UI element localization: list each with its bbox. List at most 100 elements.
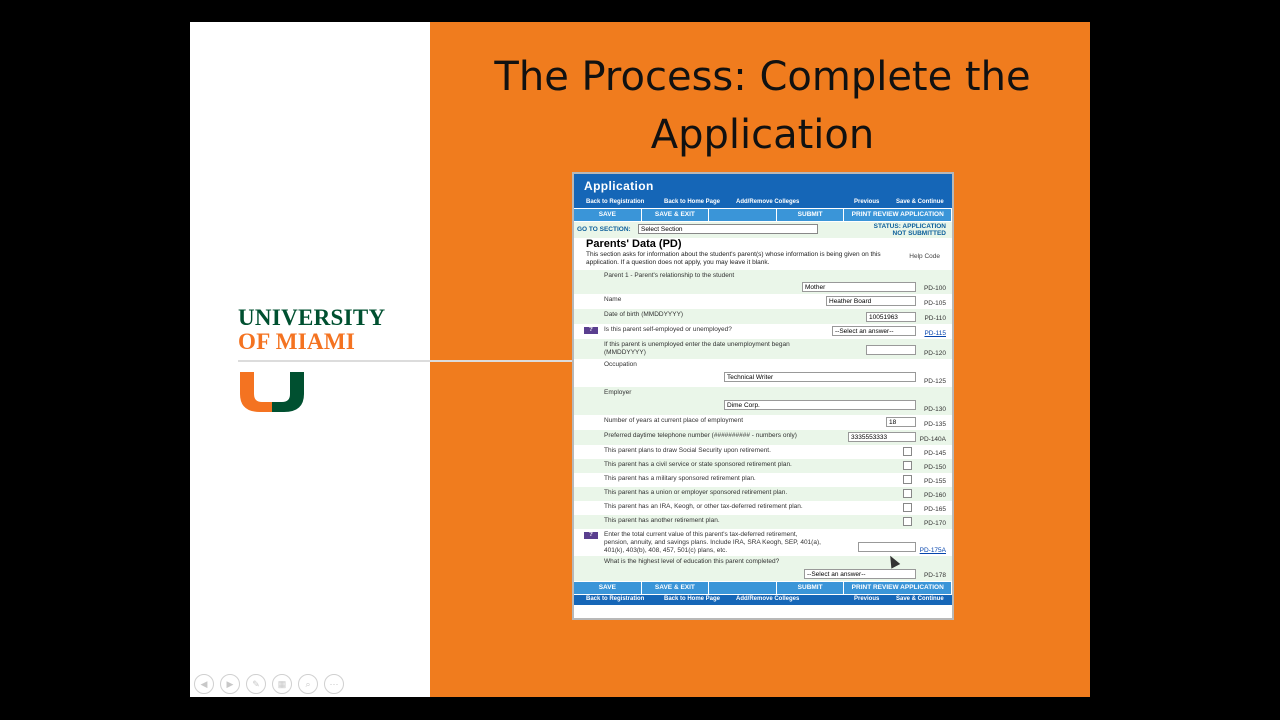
section-bar: GO TO SECTION: Select Section STATUS: AP… <box>574 222 952 238</box>
form-row: If this parent is unemployed enter the d… <box>574 339 952 359</box>
goto-label: GO TO SECTION: <box>577 226 631 233</box>
save-exit-button-bottom[interactable]: SAVE & EXIT <box>642 582 710 594</box>
help-code-header: Help Code <box>909 253 940 260</box>
retirement-value-input[interactable] <box>858 542 916 552</box>
form-row: ? Is this parent self-employed or unempl… <box>574 324 952 339</box>
print-review-button-bottom[interactable]: PRINT REVIEW APPLICATION <box>844 582 953 594</box>
form-row: Occupation Technical Writer PD-125 <box>574 359 952 387</box>
slides-grid-icon[interactable]: ▦ <box>272 674 292 694</box>
save-exit-button[interactable]: SAVE & EXIT <box>642 209 710 221</box>
form-row: This parent has a union or employer spon… <box>574 487 952 501</box>
form-row: This parent has a civil service or state… <box>574 459 952 473</box>
military-plan-checkbox[interactable] <box>903 475 912 484</box>
zoom-icon[interactable]: ⌕ <box>298 674 318 694</box>
occupation-input[interactable]: Technical Writer <box>724 372 916 382</box>
field-label: Number of years at current place of empl… <box>604 417 744 424</box>
u-logo-icon <box>240 372 304 412</box>
form-row: Name Heather Board PD-105 <box>574 294 952 309</box>
help-code: PD-140A <box>919 436 946 443</box>
top-links: Back to Registration Back to Home Page A… <box>574 198 952 208</box>
help-code: PD-178 <box>923 572 946 579</box>
link-add-remove-colleges[interactable]: Add/Remove Colleges <box>736 199 799 205</box>
slide-title: The Process: Complete the Application <box>494 54 1031 158</box>
field-label: Preferred daytime telephone number (####… <box>604 432 797 439</box>
divider-line <box>238 360 572 362</box>
more-options-icon[interactable]: ⋯ <box>324 674 344 694</box>
field-label: This parent has a union or employer spon… <box>604 489 788 496</box>
help-code-link[interactable]: PD-115 <box>924 330 946 337</box>
help-code: PD-150 <box>923 464 946 471</box>
unemployment-date-input[interactable] <box>866 345 916 355</box>
phone-input[interactable]: 3335553333 <box>848 432 916 442</box>
link-back-registration[interactable]: Back to Registration <box>586 199 644 205</box>
field-label: Name <box>604 296 622 303</box>
name-input[interactable]: Heather Board <box>826 296 916 306</box>
self-employed-select[interactable]: --Select an answer-- <box>832 326 916 336</box>
submit-button[interactable]: SUBMIT <box>777 209 845 221</box>
union-plan-checkbox[interactable] <box>903 489 912 498</box>
next-slide-icon[interactable]: ▶ <box>220 674 240 694</box>
help-code: PD-160 <box>923 492 946 499</box>
help-question-icon[interactable]: ? <box>584 532 598 539</box>
form-row: ? Enter the total current value of this … <box>574 529 952 556</box>
field-label: Occupation <box>604 361 637 368</box>
link-previous-bottom[interactable]: Previous <box>854 596 879 602</box>
form-row: Date of birth (MMDDYYYY) 10051963 PD-110 <box>574 309 952 324</box>
slide: UNIVERSITY OF MIAMI The Process: Complet… <box>190 22 1090 697</box>
field-label: What is the highest level of education t… <box>604 558 780 565</box>
social-security-checkbox[interactable] <box>903 447 912 456</box>
app-title: Application <box>584 179 654 193</box>
save-button-bottom[interactable]: SAVE <box>574 582 642 594</box>
civil-service-checkbox[interactable] <box>903 461 912 470</box>
help-code: PD-125 <box>923 378 946 385</box>
submit-button-bottom[interactable]: SUBMIT <box>777 582 845 594</box>
link-save-continue-bottom[interactable]: Save & Continue <box>896 596 944 602</box>
other-plan-checkbox[interactable] <box>903 517 912 526</box>
previous-slide-icon[interactable]: ◀ <box>194 674 214 694</box>
save-button[interactable]: SAVE <box>574 209 642 221</box>
bottom-button-bar: SAVE SAVE & EXIT SUBMIT PRINT REVIEW APP… <box>574 581 953 595</box>
field-label: Is this parent self-employed or unemploy… <box>604 326 732 333</box>
help-code-link[interactable]: PD-175A <box>920 547 946 554</box>
link-back-registration-bottom[interactable]: Back to Registration <box>586 596 644 602</box>
help-code: PD-155 <box>923 478 946 485</box>
relationship-select[interactable]: Mother <box>802 282 916 292</box>
application-screenshot: Application Back to Registration Back to… <box>572 172 954 620</box>
print-review-button[interactable]: PRINT REVIEW APPLICATION <box>844 209 953 221</box>
section-select[interactable]: Select Section <box>638 224 818 234</box>
field-label: If this parent is unemployed enter the d… <box>604 341 790 356</box>
university-line2: OF MIAMI <box>238 329 356 354</box>
form-row: This parent has a military sponsored ret… <box>574 473 952 487</box>
link-previous[interactable]: Previous <box>854 199 879 205</box>
status-text: STATUS: APPLICATION NOT SUBMITTED <box>874 223 946 237</box>
help-code: PD-105 <box>923 300 946 307</box>
form-row: This parent plans to draw Social Securit… <box>574 445 952 459</box>
dob-input[interactable]: 10051963 <box>866 312 916 322</box>
status-line2: NOT SUBMITTED <box>892 230 946 237</box>
link-back-home-bottom[interactable]: Back to Home Page <box>664 596 720 602</box>
help-question-icon[interactable]: ? <box>584 327 598 334</box>
button-bar: SAVE SAVE & EXIT SUBMIT PRINT REVIEW APP… <box>574 208 953 222</box>
help-code: PD-100 <box>923 285 946 292</box>
form-row: This parent has another retirement plan.… <box>574 515 952 529</box>
bottom-links: Back to Registration Back to Home Page A… <box>574 595 952 605</box>
field-label: This parent plans to draw Social Securit… <box>604 447 771 454</box>
blank-button-bottom <box>709 582 777 594</box>
field-label: This parent has a civil service or state… <box>604 461 792 468</box>
link-add-remove-colleges-bottom[interactable]: Add/Remove Colleges <box>736 596 799 602</box>
years-employed-input[interactable]: 18 <box>886 417 916 427</box>
pen-icon[interactable]: ✎ <box>246 674 266 694</box>
university-wordmark: UNIVERSITY OF MIAMI <box>238 306 385 354</box>
help-code: PD-120 <box>923 350 946 357</box>
section-description: This section asks for information about … <box>586 251 881 266</box>
university-line1: UNIVERSITY <box>238 305 386 330</box>
field-label: Employer <box>604 389 632 396</box>
help-code: PD-130 <box>923 406 946 413</box>
help-code: PD-145 <box>923 450 946 457</box>
employer-input[interactable]: Dime Corp. <box>724 400 916 410</box>
ira-keogh-checkbox[interactable] <box>903 503 912 512</box>
link-back-home[interactable]: Back to Home Page <box>664 199 720 205</box>
link-save-continue[interactable]: Save & Continue <box>896 199 944 205</box>
education-select[interactable]: --Select an answer-- <box>804 569 916 579</box>
section-title: Parents' Data (PD) <box>586 238 682 250</box>
